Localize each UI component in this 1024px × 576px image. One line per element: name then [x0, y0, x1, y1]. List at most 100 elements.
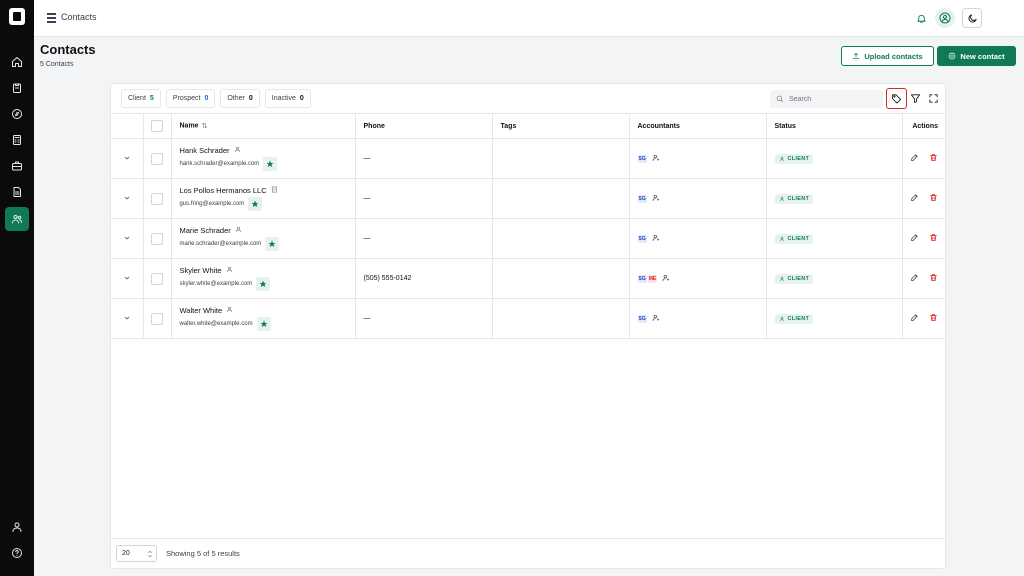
- new-contact-button[interactable]: New contact: [937, 46, 1016, 66]
- trash-icon[interactable]: [929, 193, 938, 204]
- filter-other[interactable]: Other 0: [220, 89, 260, 108]
- accountants-cell: SG: [628, 298, 766, 339]
- filter-prospect[interactable]: Prospect 0: [165, 89, 216, 108]
- trash-icon[interactable]: [929, 273, 938, 284]
- status-label: CLIENT: [787, 155, 810, 162]
- contact-name[interactable]: Hank Schrader: [180, 146, 230, 155]
- row-checkbox[interactable]: [151, 192, 163, 205]
- accountant-avatar: SG: [637, 314, 647, 323]
- expand-cell: [111, 178, 143, 219]
- chevron-down-icon[interactable]: [123, 276, 131, 284]
- fullscreen-icon[interactable]: [923, 88, 944, 109]
- accountants-cell: SG ME: [628, 258, 766, 299]
- home-icon[interactable]: [5, 50, 29, 74]
- filter-inactive[interactable]: Inactive 0: [264, 89, 311, 108]
- person-icon: [779, 236, 784, 241]
- help-icon[interactable]: [5, 541, 29, 565]
- search-input[interactable]: [789, 95, 869, 103]
- compass-icon[interactable]: [5, 102, 29, 126]
- edit-icon[interactable]: [910, 193, 919, 204]
- trash-icon[interactable]: [929, 153, 938, 164]
- bell-icon[interactable]: [912, 9, 930, 27]
- add-accountant-icon[interactable]: [652, 314, 660, 324]
- add-accountant-icon[interactable]: [662, 274, 670, 284]
- tags-cell: [491, 298, 629, 339]
- chevron-down-icon[interactable]: [123, 196, 131, 204]
- phone-cell: —: [354, 138, 492, 179]
- row-checkbox[interactable]: [151, 152, 163, 165]
- table-row[interactable]: Marie Schrader marie.schrader@example.co…: [111, 218, 946, 259]
- row-checkbox[interactable]: [151, 232, 163, 245]
- actions-cell: [901, 258, 946, 299]
- briefcase-icon[interactable]: [5, 154, 29, 178]
- menu-icon[interactable]: [47, 13, 56, 23]
- status-cell: CLIENT: [765, 218, 902, 259]
- chevron-down-icon[interactable]: [123, 156, 131, 164]
- expand-cell: [111, 218, 143, 259]
- header-label: Name: [179, 122, 199, 130]
- status-cell: CLIENT: [765, 298, 902, 339]
- row-checkbox[interactable]: [151, 272, 163, 285]
- table-row[interactable]: Hank Schrader hank.schrader@example.com …: [111, 138, 946, 179]
- row-checkbox[interactable]: [151, 312, 163, 325]
- clipboard-icon[interactable]: [5, 76, 29, 100]
- filter-client[interactable]: Client 5: [121, 89, 161, 108]
- trash-icon[interactable]: [929, 313, 938, 324]
- add-accountant-icon[interactable]: [652, 194, 660, 204]
- contact-name[interactable]: Walter White: [180, 306, 223, 315]
- chevron-down-icon[interactable]: [123, 316, 131, 324]
- add-accountant-icon[interactable]: [652, 154, 660, 164]
- name-column-header[interactable]: Name: [170, 113, 355, 139]
- star-icon[interactable]: [256, 317, 271, 331]
- tag-icon[interactable]: [886, 88, 907, 109]
- calculator-icon[interactable]: [5, 128, 29, 152]
- tags-cell: [491, 258, 629, 299]
- table-row[interactable]: Skyler White skyler.white@example.com (5…: [111, 258, 946, 299]
- document-icon[interactable]: [5, 180, 29, 204]
- contact-email: gus.fring@example.com: [179, 201, 245, 207]
- topbar-title: Contacts: [61, 12, 97, 22]
- table-row[interactable]: Walter White walter.white@example.com — …: [111, 298, 946, 339]
- edit-icon[interactable]: [910, 273, 919, 284]
- status-cell: CLIENT: [765, 138, 902, 179]
- phone-cell: —: [354, 178, 492, 219]
- star-icon[interactable]: [248, 197, 263, 211]
- table-row[interactable]: Los Pollos Hermanos LLC gus.fring@exampl…: [111, 178, 946, 219]
- status-badge: CLIENT: [774, 273, 814, 284]
- tags-cell: [491, 178, 629, 219]
- contact-name[interactable]: Skyler White: [180, 266, 222, 275]
- name-cell: Skyler White skyler.white@example.com: [170, 258, 355, 299]
- edit-icon[interactable]: [910, 153, 919, 164]
- contact-name[interactable]: Los Pollos Hermanos LLC: [180, 186, 267, 195]
- select-all-checkbox[interactable]: [151, 120, 163, 132]
- filter-label: Inactive: [271, 95, 296, 102]
- edit-icon[interactable]: [910, 313, 919, 324]
- page-size-select[interactable]: 20: [116, 545, 157, 562]
- expand-cell: [111, 298, 143, 339]
- edit-icon[interactable]: [910, 233, 919, 244]
- upload-contacts-button[interactable]: Upload contacts: [841, 46, 934, 66]
- add-accountant-icon[interactable]: [652, 234, 660, 244]
- contact-name[interactable]: Marie Schrader: [180, 226, 231, 235]
- actions-cell: [901, 298, 946, 339]
- user-account-icon[interactable]: [935, 8, 955, 28]
- contacts-nav-icon[interactable]: [5, 207, 29, 231]
- contacts-table: Name Phone Tags Accountants Status Actio…: [111, 113, 946, 339]
- app-logo[interactable]: [9, 8, 25, 25]
- star-icon[interactable]: [256, 277, 271, 291]
- status-label: CLIENT: [787, 235, 810, 242]
- expand-cell: [111, 138, 143, 179]
- status-filters: Client 5 Prospect 0 Other 0 Inactive 0: [121, 89, 311, 108]
- trash-icon[interactable]: [929, 233, 938, 244]
- accountant-avatar: SG: [637, 194, 647, 203]
- moon-icon[interactable]: [962, 8, 982, 28]
- search-icon: [776, 95, 784, 103]
- star-icon[interactable]: [263, 157, 278, 171]
- star-icon[interactable]: [265, 237, 280, 251]
- phone-cell: (505) 555-0142: [354, 258, 492, 299]
- chevron-down-icon[interactable]: [123, 236, 131, 244]
- select-cell: [142, 298, 171, 339]
- profile-icon[interactable]: [5, 515, 29, 539]
- sort-icon[interactable]: [201, 123, 208, 130]
- filter-count: 0: [299, 95, 304, 102]
